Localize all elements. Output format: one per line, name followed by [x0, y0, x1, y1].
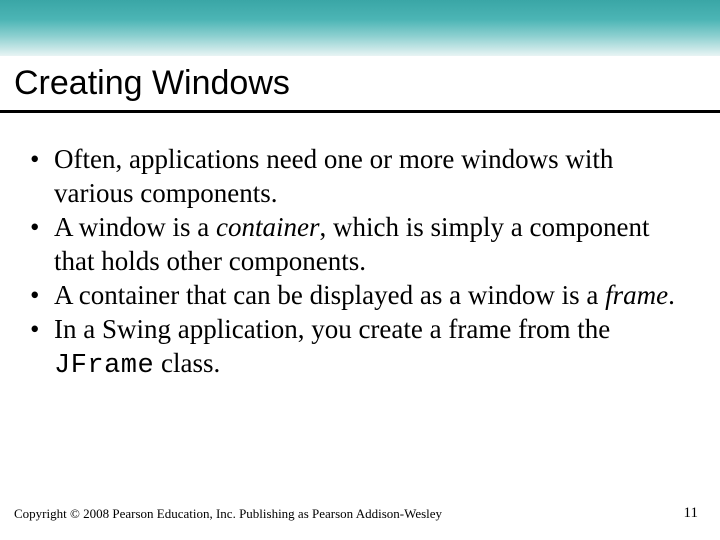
slide: Creating Windows • Often, applications n…	[0, 0, 720, 540]
bullet-text-pre: In a Swing application, you create a fra…	[54, 314, 610, 344]
bullet-text: A window is a container, which is simply…	[54, 210, 680, 278]
bullet-item: • A window is a container, which is simp…	[28, 210, 680, 278]
bullet-item: • Often, applications need one or more w…	[28, 142, 680, 210]
bullet-dot-icon: •	[28, 278, 54, 312]
page-number: 11	[684, 505, 698, 522]
bullet-text-em: container	[216, 212, 319, 242]
copyright-footer: Copyright © 2008 Pearson Education, Inc.…	[14, 506, 442, 522]
bullet-text: In a Swing application, you create a fra…	[54, 312, 680, 383]
bullet-item: • In a Swing application, you create a f…	[28, 312, 680, 383]
bullet-text-em: frame	[605, 280, 668, 310]
header-banner	[0, 0, 720, 56]
bullet-text-pre: A container that can be displayed as a w…	[54, 280, 605, 310]
slide-body: • Often, applications need one or more w…	[28, 142, 680, 383]
bullet-text-pre: A window is a	[54, 212, 216, 242]
bullet-text: A container that can be displayed as a w…	[54, 278, 680, 312]
bullet-text-code: JFrame	[54, 351, 154, 381]
bullet-dot-icon: •	[28, 142, 54, 210]
slide-title: Creating Windows	[14, 64, 290, 103]
bullet-dot-icon: •	[28, 210, 54, 278]
bullet-text: Often, applications need one or more win…	[54, 142, 680, 210]
title-underline	[0, 110, 720, 113]
bullet-text-pre: Often, applications need one or more win…	[54, 144, 613, 208]
bullet-text-post: .	[668, 280, 675, 310]
bullet-item: • A container that can be displayed as a…	[28, 278, 680, 312]
bullet-dot-icon: •	[28, 312, 54, 383]
bullet-text-post: class.	[154, 348, 220, 378]
